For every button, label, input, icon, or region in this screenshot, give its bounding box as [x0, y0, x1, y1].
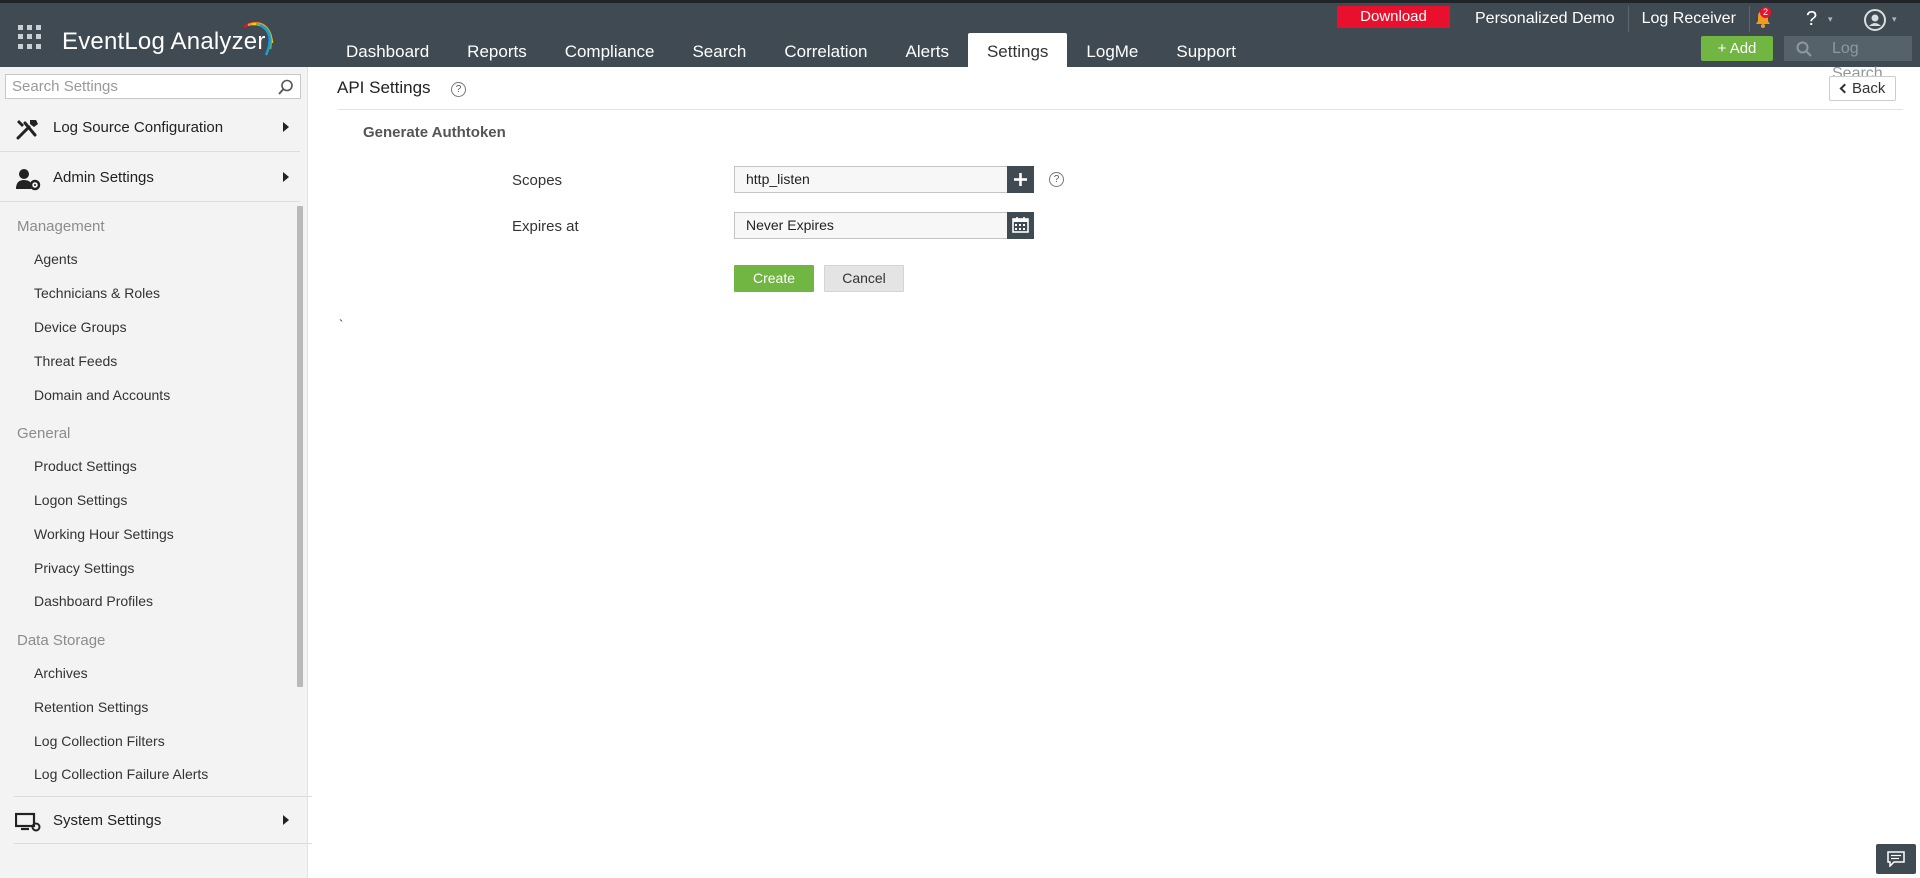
sidebar-item-technicians-roles[interactable]: Technicians & Roles — [34, 285, 160, 301]
section-log-source-configuration[interactable]: Log Source Configuration — [0, 104, 300, 152]
user-caret-icon: ▾ — [1892, 14, 1897, 24]
nav-alerts[interactable]: Alerts — [887, 33, 968, 70]
expires-field[interactable]: Never Expires — [734, 212, 1008, 239]
search-settings-input[interactable] — [6, 75, 256, 98]
sidebar-item-domain-accounts[interactable]: Domain and Accounts — [34, 387, 170, 403]
sidebar-item-device-groups[interactable]: Device Groups — [34, 319, 127, 335]
top-links: Personalized Demo Log Receiver — [1462, 6, 1750, 32]
nav-support[interactable]: Support — [1157, 33, 1255, 70]
section-system-settings[interactable]: System Settings — [14, 796, 312, 844]
calendar-button[interactable] — [1007, 212, 1034, 239]
search-icon — [1796, 41, 1812, 57]
nav-dashboard[interactable]: Dashboard — [327, 33, 448, 70]
sidebar-item-logon-settings[interactable]: Logon Settings — [34, 492, 127, 508]
add-button[interactable]: + Add — [1701, 36, 1773, 61]
plus-icon — [1014, 173, 1027, 186]
sidebar-item-dashboard-profiles[interactable]: Dashboard Profiles — [34, 593, 153, 609]
scopes-label: Scopes — [512, 172, 563, 189]
help-icon[interactable]: ? — [451, 82, 466, 97]
sidebar-item-log-collection-filters[interactable]: Log Collection Filters — [34, 733, 165, 749]
search-icon[interactable] — [278, 79, 294, 95]
chat-button[interactable] — [1876, 844, 1916, 874]
personalized-demo-link[interactable]: Personalized Demo — [1462, 6, 1629, 32]
logo-arc-icon — [243, 21, 274, 56]
sidebar-scrollbar[interactable] — [297, 206, 303, 687]
help-icon[interactable]: ? — [1806, 6, 1817, 32]
cancel-button[interactable]: Cancel — [824, 265, 904, 292]
sidebar-item-product-settings[interactable]: Product Settings — [34, 458, 137, 474]
add-scope-button[interactable] — [1007, 166, 1034, 193]
scopes-field[interactable]: http_listen — [734, 166, 1008, 193]
section-admin-settings[interactable]: Admin Settings — [0, 154, 300, 202]
nav-compliance[interactable]: Compliance — [546, 33, 674, 70]
apps-grid-icon[interactable] — [18, 25, 42, 49]
log-search-input[interactable]: Log Search — [1784, 36, 1912, 82]
nav-settings[interactable]: Settings — [967, 33, 1068, 70]
help-icon[interactable]: ? — [1049, 172, 1064, 187]
sidebar-item-agents[interactable]: Agents — [34, 251, 78, 267]
chevron-right-icon — [283, 172, 289, 182]
user-icon[interactable] — [1864, 9, 1886, 31]
sidebar-item-retention-settings[interactable]: Retention Settings — [34, 699, 148, 715]
group-label-general: General — [17, 425, 71, 442]
notification-badge: 2 — [1760, 7, 1771, 18]
admin-user-gear-icon — [16, 169, 41, 191]
chat-icon — [1887, 851, 1905, 867]
nav-search[interactable]: Search — [673, 33, 765, 70]
monitor-gear-icon — [15, 812, 41, 832]
download-button[interactable]: Download — [1337, 6, 1450, 28]
nav-reports[interactable]: Reports — [448, 33, 546, 70]
top-bar: EventLog Analyzer Dashboard Reports Comp… — [0, 0, 1920, 82]
section-label: Admin Settings — [53, 169, 154, 186]
app-name: EventLog Analyzer — [62, 28, 266, 55]
group-label-data-storage: Data Storage — [17, 632, 106, 649]
group-label-management: Management — [17, 218, 105, 235]
sidebar-item-archives[interactable]: Archives — [34, 665, 88, 681]
section-label: System Settings — [53, 812, 162, 829]
help-caret-icon: ▾ — [1828, 14, 1833, 24]
nav-logme[interactable]: LogMe — [1067, 33, 1157, 70]
main-content: API Settings ? Back Generate Authtoken S… — [308, 67, 1920, 878]
sidebar-item-threat-feeds[interactable]: Threat Feeds — [34, 353, 117, 369]
create-button[interactable]: Create — [734, 265, 814, 292]
expires-label: Expires at — [512, 218, 579, 235]
main-nav: Dashboard Reports Compliance Search Corr… — [327, 33, 1255, 70]
stray-character: ` — [339, 317, 344, 332]
chevron-right-icon — [283, 815, 289, 825]
sidebar-item-log-collection-failure-alerts[interactable]: Log Collection Failure Alerts — [34, 766, 208, 782]
search-settings-box — [5, 74, 301, 99]
back-button[interactable]: Back — [1829, 76, 1896, 101]
chevron-right-icon — [283, 122, 289, 132]
section-label: Log Source Configuration — [53, 119, 224, 136]
calendar-icon — [1012, 217, 1029, 233]
divider — [338, 109, 1903, 110]
form-title: Generate Authtoken — [363, 124, 506, 141]
sidebar-item-privacy-settings[interactable]: Privacy Settings — [34, 560, 134, 576]
settings-sidebar: Log Source Configuration Admin Settings … — [0, 67, 312, 878]
log-receiver-link[interactable]: Log Receiver — [1629, 6, 1750, 32]
page-title: API Settings — [337, 78, 431, 97]
sidebar-item-working-hour-settings[interactable]: Working Hour Settings — [34, 526, 174, 542]
tools-icon — [16, 120, 38, 140]
nav-correlation[interactable]: Correlation — [765, 33, 886, 70]
